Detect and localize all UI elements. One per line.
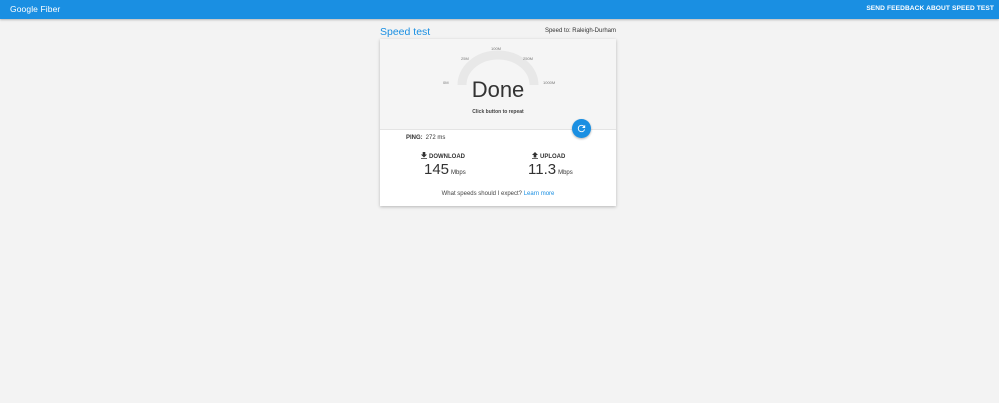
repeat-test-button[interactable] [572,119,591,138]
page-title: Speed test [380,26,431,38]
upload-result: 11.3 Mbps [528,161,573,179]
upload-value: 11.3 [528,161,557,178]
refresh-icon [577,124,586,133]
test-status: Done [471,77,525,102]
expected-speeds-note: What speeds should I expect? Learn more [380,191,616,197]
download-result: 145 Mbps [424,161,466,179]
upload-icon [532,152,538,159]
download-unit: Mbps [451,170,466,176]
upload-unit: Mbps [558,170,573,176]
gauge-label-100m: 100M [491,46,502,51]
gauge-panel: 0M 25M 100M 250M 1000M Done Click button… [380,39,616,130]
speed-to-location: Speed to: Raleigh-Durham [544,28,616,34]
download-value: 145 [424,161,450,178]
google-fiber-logo[interactable]: Google Fiber [10,4,60,14]
ping-result: PING: 272 ms [406,135,445,141]
send-feedback-link[interactable]: SEND FEEDBACK ABOUT SPEED TEST [866,5,994,12]
gauge-label-250m: 250M [523,56,534,61]
upload-heading: UPLOAD [532,152,565,160]
download-label: DOWNLOAD [429,154,465,160]
ping-value: 272 ms [425,135,446,141]
repeat-hint: Click button to repeat [472,109,524,115]
download-icon [421,152,427,159]
gauge-label-25m: 25M [461,56,469,61]
ping-label: PING: [406,135,423,141]
learn-more-link[interactable]: Learn more [524,191,555,197]
upload-label: UPLOAD [540,154,566,160]
speed-test-card: 0M 25M 100M 250M 1000M Done Click button… [380,39,616,206]
download-heading: DOWNLOAD [421,152,465,160]
expected-speeds-question: What speeds should I expect? [441,191,523,197]
top-app-bar: Google Fiber SEND FEEDBACK ABOUT SPEED T… [0,0,999,19]
